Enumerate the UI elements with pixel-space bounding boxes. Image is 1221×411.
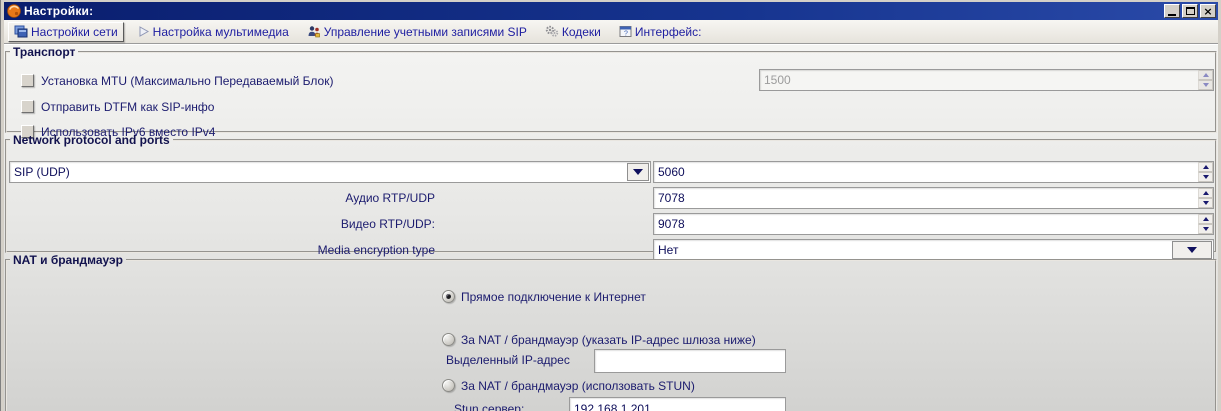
spin-up-icon bbox=[1202, 73, 1209, 77]
radio-direct-connection[interactable] bbox=[442, 290, 455, 303]
interface-icon: ? bbox=[619, 26, 632, 38]
tab-codecs[interactable]: Кодеки bbox=[540, 22, 606, 42]
spin-down-icon bbox=[1202, 227, 1209, 231]
audio-port-spin-up-button[interactable] bbox=[1198, 188, 1213, 198]
multimedia-icon bbox=[139, 26, 149, 37]
spin-up-icon bbox=[1202, 165, 1209, 169]
protocol-value[interactable] bbox=[10, 162, 626, 182]
sip-port-spinner[interactable] bbox=[653, 161, 1214, 183]
tab-label: Настройки сети bbox=[31, 24, 118, 39]
dropdown-arrow-icon bbox=[633, 169, 643, 175]
stun-server-field[interactable] bbox=[569, 397, 786, 411]
sip-port-spin-down-button[interactable] bbox=[1198, 172, 1213, 182]
audio-port-label: Аудио RTP/UDP bbox=[345, 191, 435, 205]
minimize-icon bbox=[1168, 13, 1176, 16]
spin-down-icon bbox=[1202, 83, 1209, 87]
network-settings-icon bbox=[14, 25, 28, 38]
protocol-combobox[interactable] bbox=[9, 161, 651, 183]
video-port-input[interactable] bbox=[654, 214, 1198, 234]
audio-port-input[interactable] bbox=[654, 188, 1198, 208]
group-nat-firewall: NAT и брандмауэр Прямое подключение к Ин… bbox=[5, 253, 1217, 411]
stun-server-label: Stun сервер: bbox=[454, 402, 525, 411]
network-settings-panel: Транспорт Установка MTU (Максимально Пер… bbox=[4, 45, 1218, 411]
mtu-spin-down-button bbox=[1198, 80, 1213, 90]
video-port-label: Видео RTP/UDP: bbox=[340, 217, 435, 231]
public-ip-label: Выделенный IP-адрес bbox=[446, 353, 570, 367]
sip-port-input[interactable] bbox=[654, 162, 1198, 182]
radio-nat-stun[interactable] bbox=[442, 379, 455, 392]
close-icon: × bbox=[1203, 4, 1213, 18]
checkbox-dtmf-sip-info[interactable] bbox=[21, 100, 34, 113]
group-network-protocol: Network protocol and ports Аудио RTP/UDP bbox=[5, 133, 1217, 261]
radio-nat-gateway-label: За NAT / брандмауэр (указать IP-адрес шл… bbox=[461, 333, 756, 347]
maximize-icon bbox=[1185, 7, 1195, 15]
spin-up-icon bbox=[1202, 191, 1209, 195]
tab-multimedia-settings[interactable]: Настройка мультимедиа bbox=[132, 22, 294, 42]
spin-down-icon bbox=[1202, 201, 1209, 205]
video-port-spin-down-button[interactable] bbox=[1198, 224, 1213, 234]
tab-label: Управление учетными записями SIP bbox=[323, 24, 527, 39]
tab-sip-accounts[interactable]: Управление учетными записями SIP bbox=[302, 22, 532, 42]
checkbox-mtu-label: Установка MTU (Максимально Передаваемый … bbox=[41, 74, 334, 88]
mtu-spinner bbox=[759, 69, 1214, 91]
spin-down-icon bbox=[1202, 175, 1209, 179]
app-logo-icon bbox=[7, 4, 21, 18]
spin-up-icon bbox=[1202, 217, 1209, 221]
svg-text:?: ? bbox=[624, 31, 628, 38]
audio-port-spinner[interactable] bbox=[653, 187, 1214, 209]
group-title: NAT и брандмауэр bbox=[13, 253, 123, 267]
sip-port-spin-up-button[interactable] bbox=[1198, 162, 1213, 172]
stun-server-input[interactable] bbox=[570, 398, 785, 411]
tab-bar: Настройки сети Настройка мультимедиа Упр… bbox=[4, 20, 1218, 44]
video-port-spin-up-button[interactable] bbox=[1198, 214, 1213, 224]
group-title: Транспорт bbox=[13, 45, 76, 59]
public-ip-input[interactable] bbox=[595, 350, 785, 372]
close-button[interactable]: × bbox=[1200, 4, 1216, 18]
mtu-input bbox=[760, 70, 1198, 90]
window-title: Настройки: bbox=[24, 4, 94, 18]
radio-nat-stun-label: За NAT / брандмауэр (исползовать STUN) bbox=[461, 379, 695, 393]
public-ip-field[interactable] bbox=[594, 349, 786, 373]
checkbox-dtmf-label: Отправить DTFM как SIP-инфо bbox=[41, 100, 215, 114]
settings-window: Настройки: × Настройки сети Настройка му… bbox=[0, 0, 1221, 411]
video-port-spinner[interactable] bbox=[653, 213, 1214, 235]
tab-network-settings[interactable]: Настройки сети bbox=[8, 21, 124, 42]
minimize-button[interactable] bbox=[1164, 4, 1180, 18]
tab-label: Интерфейс: bbox=[634, 24, 702, 39]
group-transport: Транспорт Установка MTU (Максимально Пер… bbox=[5, 45, 1217, 139]
tab-label: Кодеки bbox=[561, 24, 601, 39]
audio-port-spin-down-button[interactable] bbox=[1198, 198, 1213, 208]
group-title: Network protocol and ports bbox=[13, 133, 170, 147]
protocol-dropdown-button[interactable] bbox=[627, 163, 649, 181]
codecs-icon bbox=[545, 25, 559, 37]
tab-interface[interactable]: ? Интерфейс: bbox=[614, 22, 707, 42]
radio-direct-connection-label: Прямое подключение к Интернет bbox=[461, 290, 646, 304]
checkbox-mtu[interactable] bbox=[21, 74, 34, 87]
sip-accounts-icon bbox=[308, 26, 320, 38]
tab-label: Настройка мультимедиа bbox=[152, 24, 289, 39]
mtu-spin-up-button bbox=[1198, 70, 1213, 80]
maximize-button[interactable] bbox=[1182, 4, 1198, 18]
radio-nat-gateway[interactable] bbox=[442, 333, 455, 346]
title-bar[interactable]: Настройки: × bbox=[4, 2, 1218, 20]
